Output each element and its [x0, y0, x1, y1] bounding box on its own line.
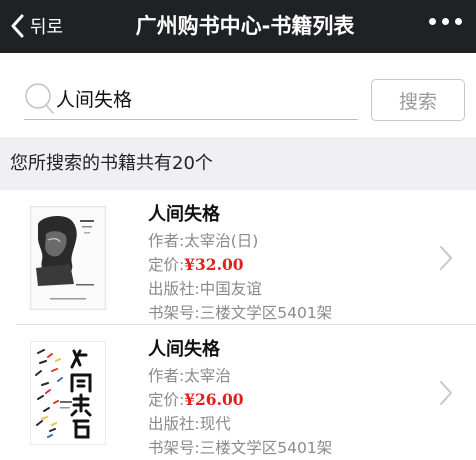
search-field[interactable] [24, 75, 358, 120]
shelf-label: 书架号: [148, 304, 200, 322]
publisher-label: 出版社: [148, 415, 200, 433]
author-label: 作者: [148, 367, 185, 385]
search-area: 搜索 [0, 53, 476, 137]
book-list-item[interactable]: 人间失格 作者:太宰治(日) 定价:¥32.00 出版社:中国友谊 书架号:三楼… [0, 190, 476, 325]
chevron-left-icon [11, 14, 24, 38]
price-value: ¥26.00 [184, 390, 244, 409]
book-author: 作者:太宰治(日) [148, 230, 428, 252]
back-button[interactable]: 뒤로 [10, 10, 63, 42]
dot-icon [442, 18, 449, 25]
page-title: 广州购书中心-书籍列表 [135, 14, 355, 38]
book-cover-image [30, 341, 106, 445]
more-options-button[interactable] [429, 18, 462, 25]
publisher-value: 现代 [199, 415, 231, 433]
shelf-value: 三楼文学区5401架 [199, 439, 333, 457]
price-value: ¥32.00 [184, 255, 244, 274]
search-button[interactable]: 搜索 [371, 79, 465, 121]
shelf-label: 书架号: [148, 439, 200, 457]
price-label: 定价: [148, 391, 185, 409]
book-author: 作者:太宰治 [148, 365, 428, 387]
publisher-value: 中国友谊 [199, 280, 262, 298]
book-publisher: 出版社:现代 [148, 413, 428, 435]
book-shelf: 书架号:三楼文学区5401架 [148, 437, 428, 459]
back-label: 뒤로 [30, 17, 64, 38]
book-list-item[interactable]: 人间失格 作者:太宰治 定价:¥26.00 出版社:现代 书架号:三楼文学区54… [0, 325, 476, 460]
chevron-right-icon [440, 381, 452, 405]
author-label: 作者: [148, 232, 185, 250]
book-price: 定价:¥26.00 [148, 389, 428, 411]
author-value: 太宰治 [184, 367, 231, 385]
book-info: 人间失格 作者:太宰治 定价:¥26.00 出版社:现代 书架号:三楼文学区54… [148, 337, 428, 459]
search-input[interactable] [56, 83, 351, 113]
chevron-right-icon [440, 246, 452, 270]
result-count-bar: 您所搜索的书籍共有20个 [0, 137, 476, 190]
book-cover-image [30, 206, 106, 310]
shelf-value: 三楼文学区5401架 [199, 304, 333, 322]
dot-icon [429, 18, 436, 25]
result-count-text: 您所搜索的书籍共有20个 [10, 153, 213, 174]
book-price: 定价:¥32.00 [148, 254, 428, 276]
book-shelf: 书架号:三楼文学区5401架 [148, 302, 428, 324]
price-label: 定价: [148, 256, 185, 274]
author-value: 太宰治(日) [184, 232, 259, 250]
book-title: 人间失格 [148, 339, 220, 360]
book-title: 人间失格 [148, 204, 220, 225]
book-info: 人间失格 作者:太宰治(日) 定价:¥32.00 出版社:中国友谊 书架号:三楼… [148, 202, 428, 324]
book-list: 人间失格 作者:太宰治(日) 定价:¥32.00 出版社:中国友谊 书架号:三楼… [0, 190, 476, 460]
book-publisher: 出版社:中国友谊 [148, 278, 428, 300]
dot-icon [455, 18, 462, 25]
search-icon [25, 83, 54, 114]
publisher-label: 出版社: [148, 280, 200, 298]
top-navigation-bar: 뒤로 广州购书中心-书籍列表 [0, 0, 476, 53]
